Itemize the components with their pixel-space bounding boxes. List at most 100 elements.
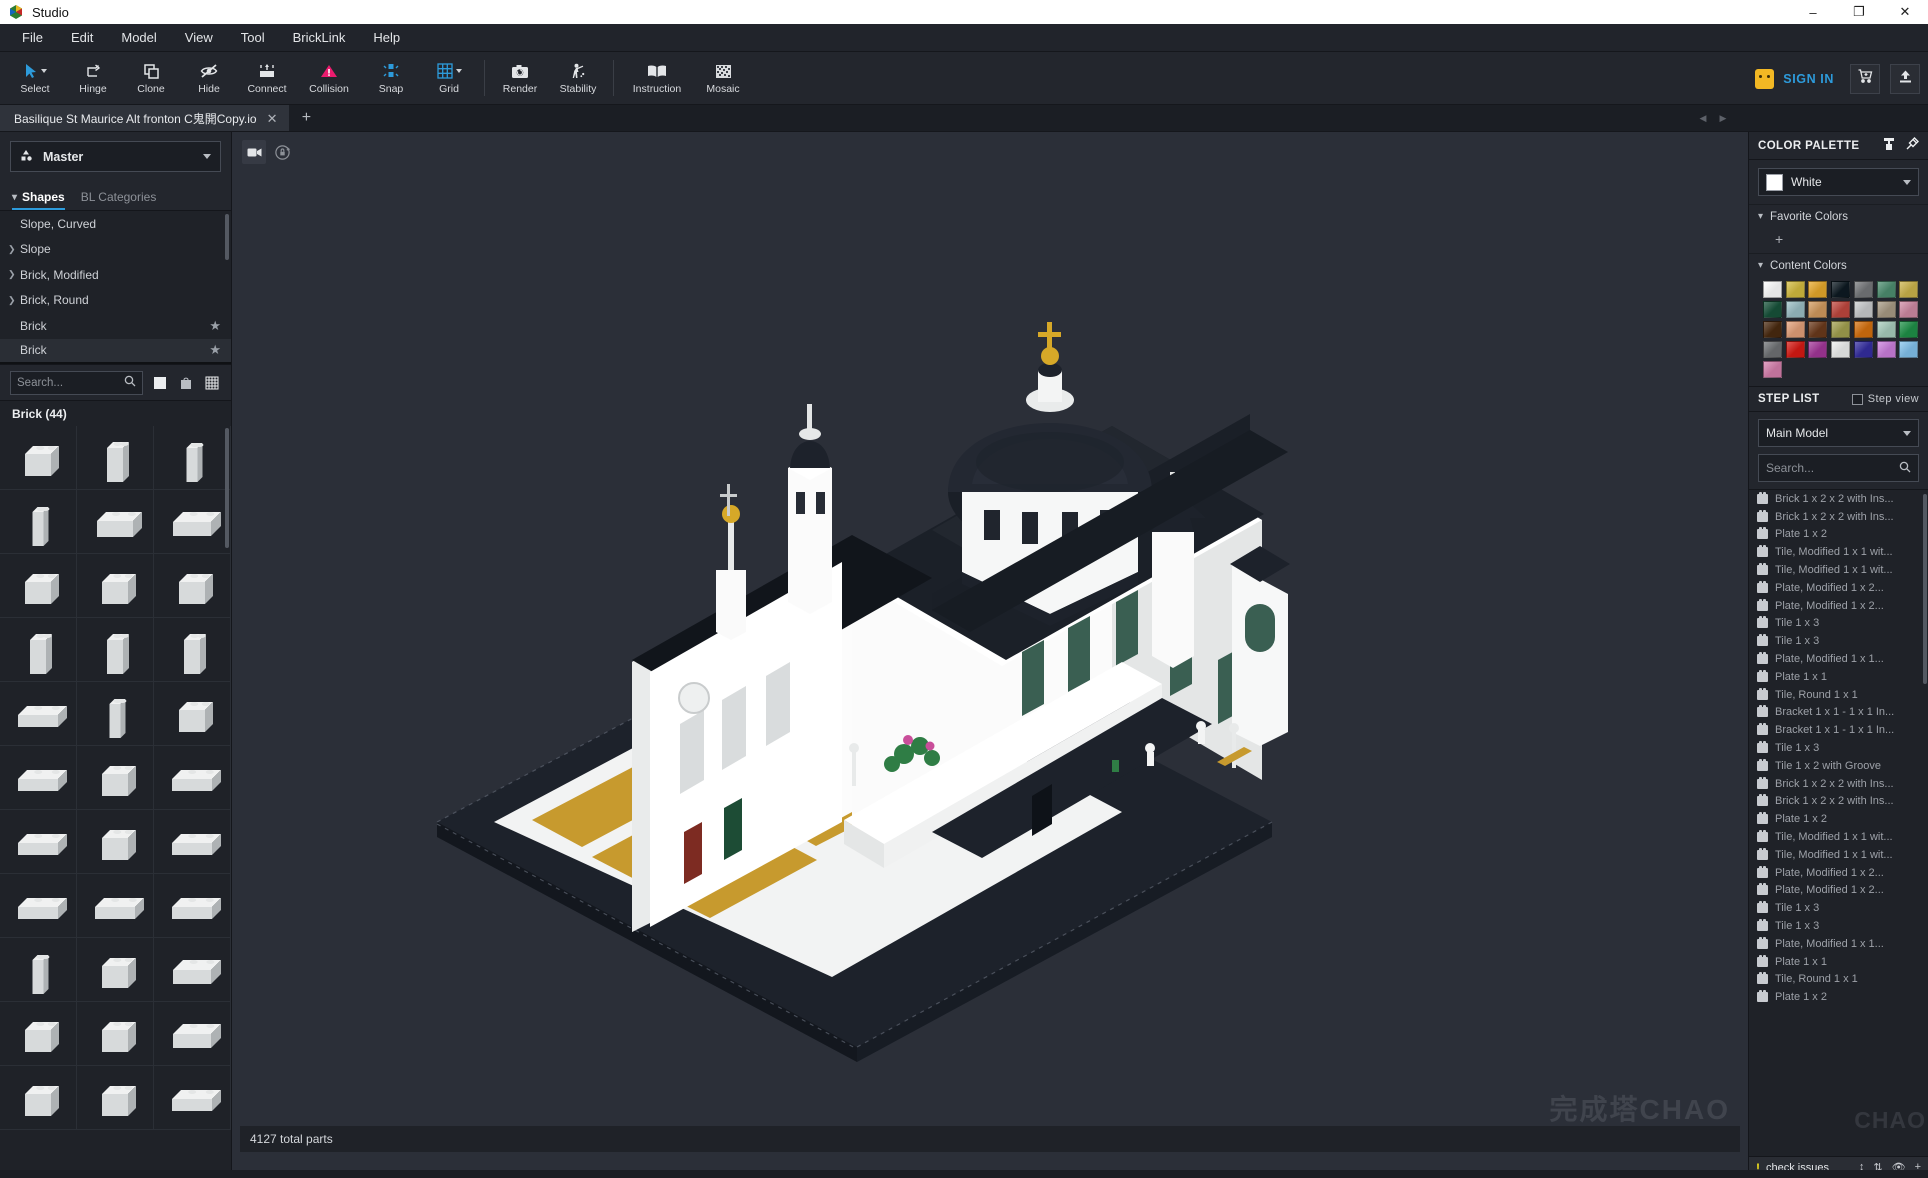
part-thumbnail[interactable]	[0, 554, 77, 618]
step-view-toggle[interactable]: Step view	[1851, 393, 1919, 405]
color-swatch[interactable]	[1899, 281, 1919, 298]
category-scrollbar[interactable]	[225, 214, 229, 260]
color-swatch[interactable]	[1785, 301, 1805, 318]
step-list-item[interactable]: Plate 1 x 2	[1749, 526, 1928, 544]
document-tab[interactable]: Basilique St Maurice Alt fronton C鬼開Copy…	[0, 105, 290, 131]
menu-bricklink[interactable]: BrickLink	[279, 26, 360, 49]
part-thumbnail[interactable]	[154, 746, 231, 810]
color-swatch[interactable]	[1831, 321, 1851, 338]
list-view-icon[interactable]	[150, 373, 169, 392]
tool-instruction[interactable]: Instruction	[620, 52, 694, 105]
step-list-item[interactable]: Tile, Modified 1 x 1 wit...	[1749, 846, 1928, 864]
minimize-button[interactable]: –	[1790, 0, 1836, 24]
part-thumbnail[interactable]	[154, 938, 231, 1002]
tab-shapes[interactable]: ▾ Shapes	[12, 190, 65, 210]
favorite-colors-header[interactable]: ▾ Favorite Colors	[1749, 204, 1928, 228]
step-list-item[interactable]: Plate, Modified 1 x 1...	[1749, 650, 1928, 668]
step-view-checkbox[interactable]	[1851, 393, 1863, 405]
step-model-selector[interactable]: Main Model	[1758, 419, 1919, 447]
tool-collision[interactable]: Collision	[296, 52, 362, 105]
current-color-selector[interactable]: White	[1758, 168, 1919, 196]
color-swatch[interactable]	[1831, 281, 1851, 298]
color-swatch[interactable]	[1808, 321, 1828, 338]
menu-tool[interactable]: Tool	[227, 26, 279, 49]
part-thumbnail[interactable]	[0, 1066, 77, 1130]
favorite-star-icon[interactable]: ★	[209, 342, 221, 358]
tool-snap[interactable]: Snap	[362, 52, 420, 105]
color-swatch[interactable]	[1853, 301, 1873, 318]
step-list-item[interactable]: Tile, Modified 1 x 1 wit...	[1749, 561, 1928, 579]
tool-hide[interactable]: Hide	[180, 52, 238, 105]
close-icon[interactable]: ✕	[265, 112, 280, 125]
close-button[interactable]: ✕	[1882, 0, 1928, 24]
tab-next-icon[interactable]: ▶	[1714, 110, 1732, 128]
part-thumbnail[interactable]	[154, 554, 231, 618]
part-thumbnail[interactable]	[77, 1002, 154, 1066]
content-colors-header[interactable]: ▾ Content Colors	[1749, 253, 1928, 277]
step-list-item[interactable]: Plate 1 x 1	[1749, 668, 1928, 686]
tool-connect[interactable]: Connect	[238, 52, 296, 105]
step-list-item[interactable]: Plate, Modified 1 x 2...	[1749, 882, 1928, 900]
tab-bl-categories[interactable]: BL Categories	[81, 190, 157, 210]
paint-roller-icon[interactable]	[1882, 137, 1896, 154]
part-thumbnail[interactable]	[0, 938, 77, 1002]
step-list-item[interactable]: Plate, Modified 1 x 2...	[1749, 579, 1928, 597]
color-swatch[interactable]	[1763, 321, 1782, 338]
part-thumbnail[interactable]	[77, 746, 154, 810]
part-thumbnail[interactable]	[77, 426, 154, 490]
menu-file[interactable]: File	[8, 26, 57, 49]
part-thumbnail[interactable]	[0, 810, 77, 874]
step-list-item[interactable]: Tile 1 x 3	[1749, 899, 1928, 917]
color-swatch[interactable]	[1853, 321, 1873, 338]
bag-view-icon[interactable]	[176, 373, 195, 392]
parts-search-input[interactable]: Search...	[10, 370, 143, 395]
part-thumbnail[interactable]	[77, 618, 154, 682]
step-list-item[interactable]: Tile 1 x 3	[1749, 917, 1928, 935]
tool-clone[interactable]: Clone	[122, 52, 180, 105]
part-thumbnail[interactable]	[77, 554, 154, 618]
part-thumbnail[interactable]	[154, 810, 231, 874]
step-list-item[interactable]: Tile 1 x 2 with Groove	[1749, 757, 1928, 775]
part-thumbnail[interactable]	[154, 1066, 231, 1130]
category-row[interactable]: Slope, Curved	[0, 211, 231, 237]
color-swatch[interactable]	[1808, 301, 1828, 318]
step-list-item[interactable]: Brick 1 x 2 x 2 with Ins...	[1749, 490, 1928, 508]
step-list-item[interactable]: Plate 1 x 2	[1749, 810, 1928, 828]
category-row[interactable]: ❯ Brick, Modified	[0, 262, 231, 288]
3d-viewport[interactable]: Basilique St Maurice	[232, 132, 1748, 1178]
step-list-item[interactable]: Brick 1 x 2 x 2 with Ins...	[1749, 508, 1928, 526]
category-row[interactable]: Brick ★	[0, 313, 231, 339]
part-thumbnail[interactable]	[77, 1066, 154, 1130]
part-thumbnail[interactable]	[77, 938, 154, 1002]
color-swatch[interactable]	[1808, 281, 1828, 298]
step-list-item[interactable]: Plate 1 x 1	[1749, 953, 1928, 971]
cart-button[interactable]	[1850, 63, 1880, 94]
part-thumbnail[interactable]	[0, 874, 77, 938]
part-thumbnail[interactable]	[154, 1002, 231, 1066]
step-list-item[interactable]: Tile 1 x 3	[1749, 615, 1928, 633]
menu-view[interactable]: View	[171, 26, 227, 49]
step-list-item[interactable]: Tile, Round 1 x 1	[1749, 686, 1928, 704]
category-row[interactable]: ❯ Slope	[0, 237, 231, 263]
tool-mosaic[interactable]: Mosaic	[694, 52, 752, 105]
part-thumbnail[interactable]	[0, 1002, 77, 1066]
color-swatch[interactable]	[1876, 301, 1896, 318]
step-list-item[interactable]: Plate, Modified 1 x 2...	[1749, 864, 1928, 882]
color-swatch[interactable]	[1763, 301, 1782, 318]
part-thumbnail[interactable]	[154, 426, 231, 490]
color-swatch[interactable]	[1876, 321, 1896, 338]
part-thumbnail[interactable]	[77, 682, 154, 746]
grid-view-icon[interactable]	[202, 373, 221, 392]
part-thumbnail[interactable]	[154, 490, 231, 554]
part-thumbnail[interactable]	[0, 746, 77, 810]
color-swatch[interactable]	[1876, 341, 1896, 358]
step-list-item[interactable]: Brick 1 x 2 x 2 with Ins...	[1749, 775, 1928, 793]
step-list-item[interactable]: Tile, Modified 1 x 1 wit...	[1749, 543, 1928, 561]
color-swatch[interactable]	[1853, 341, 1873, 358]
category-row[interactable]: Brick ★	[0, 338, 231, 364]
tool-select[interactable]: Select	[6, 52, 64, 105]
step-list-item[interactable]: Plate, Modified 1 x 1...	[1749, 935, 1928, 953]
color-swatch[interactable]	[1763, 341, 1782, 358]
part-thumbnail[interactable]	[154, 682, 231, 746]
part-thumbnail[interactable]	[0, 490, 77, 554]
